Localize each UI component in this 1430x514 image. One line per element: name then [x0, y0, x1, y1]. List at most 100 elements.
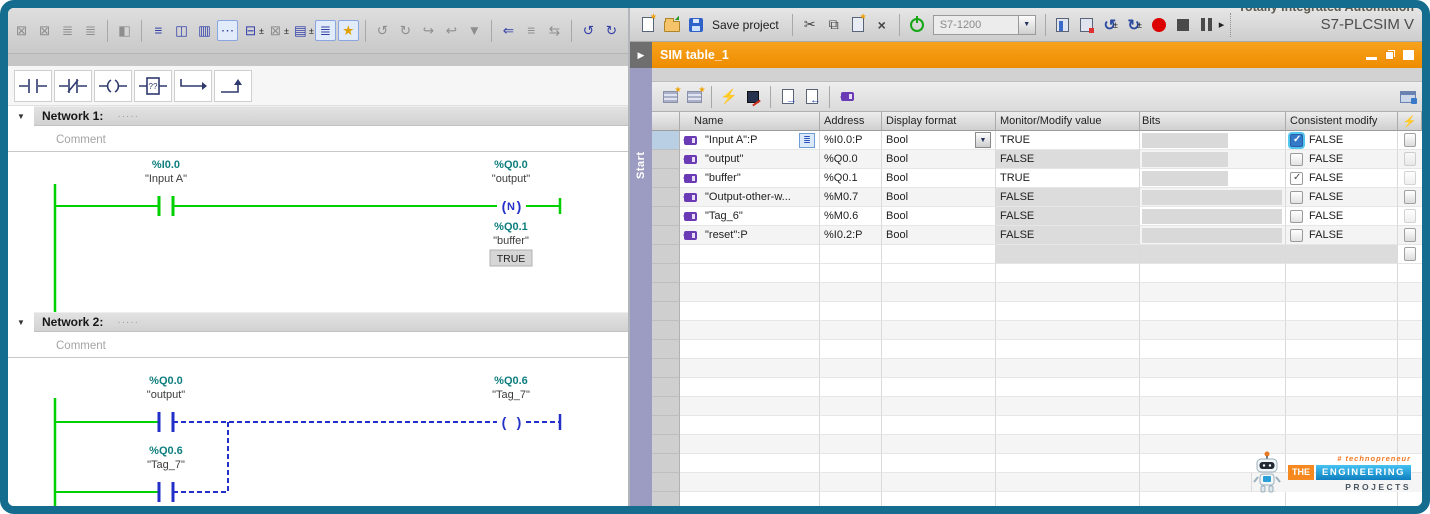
contact-address[interactable]: %Q0.6 — [149, 445, 183, 457]
chevron-down-icon[interactable]: ▼ — [975, 132, 991, 148]
address-cell[interactable] — [820, 245, 882, 264]
monitor-value-cell[interactable] — [996, 245, 1140, 264]
save-project-button[interactable] — [685, 14, 707, 36]
modify-enable-checkbox[interactable] — [1404, 152, 1416, 166]
copy-button[interactable]: ⧉ — [823, 14, 845, 36]
paste-button[interactable] — [847, 12, 869, 36]
tag-name-cell[interactable]: "Tag_6" — [680, 207, 820, 226]
consistent-checkbox[interactable] — [1290, 228, 1303, 242]
tag-name-cell[interactable] — [680, 245, 820, 264]
go-online-icon[interactable]: ↺ — [578, 20, 599, 41]
table-row-empty[interactable] — [652, 359, 1422, 378]
close-all-networks-icon[interactable]: ◫ — [171, 20, 192, 41]
monitor-value-cell[interactable]: FALSE — [996, 207, 1140, 226]
contact-address[interactable]: %I0.0 — [152, 159, 180, 171]
table-row-empty[interactable] — [652, 264, 1422, 283]
tag-name-cell[interactable]: "buffer" — [680, 169, 820, 188]
modify-enable-cell[interactable] — [1398, 169, 1422, 188]
duplicate-sim-table-button[interactable] — [683, 85, 705, 108]
go-to-definition-icon[interactable]: ⇐ — [498, 20, 519, 41]
monitor-value-cell[interactable]: TRUE — [996, 131, 1140, 150]
format-cell[interactable]: Bool — [882, 207, 996, 226]
row-header[interactable] — [652, 245, 680, 264]
network-1-header[interactable]: ▼ Network 1: ····· — [8, 106, 628, 126]
consistent-modify-cell[interactable]: FALSE — [1286, 150, 1398, 169]
bits-cell[interactable] — [1140, 226, 1286, 245]
consistent-checkbox[interactable] — [1290, 171, 1303, 185]
bits-cell[interactable] — [1140, 245, 1286, 264]
row-header[interactable] — [652, 169, 680, 188]
contact-name[interactable]: "Input A" — [145, 173, 187, 185]
open-branch-button[interactable] — [174, 69, 212, 102]
consistent-checkbox[interactable] — [1290, 133, 1303, 147]
collapse-triangle-icon[interactable]: ▼ — [8, 318, 34, 327]
nc-contact-button[interactable] — [54, 69, 92, 102]
monitor-value-cell[interactable]: FALSE — [996, 150, 1140, 169]
modify-enable-cell[interactable] — [1398, 131, 1422, 150]
favorites-icon[interactable]: ★ — [337, 20, 359, 41]
table-row-empty[interactable] — [652, 302, 1422, 321]
address-cell[interactable]: %M0.6 — [820, 207, 882, 226]
modify-enable-cell[interactable] — [1398, 188, 1422, 207]
row-header[interactable] — [652, 226, 680, 245]
coil-button[interactable] — [94, 69, 132, 102]
modify-now-button[interactable]: ⚡ — [718, 86, 740, 108]
format-cell[interactable] — [882, 245, 996, 264]
format-cell[interactable]: Bool — [882, 169, 996, 188]
network-titles-icon[interactable]: ≣ — [314, 20, 336, 41]
format-cell[interactable]: Bool — [882, 188, 996, 207]
power-button[interactable] — [906, 14, 928, 36]
modify-enable-checkbox[interactable] — [1404, 190, 1416, 204]
modify-chip-button[interactable] — [742, 86, 764, 108]
address-cell[interactable]: %Q0.1 — [820, 169, 882, 188]
modify-enable-checkbox[interactable] — [1404, 228, 1416, 242]
row-header[interactable] — [652, 131, 680, 150]
consistent-modify-cell[interactable]: FALSE — [1286, 226, 1398, 245]
table-row-empty[interactable] — [652, 416, 1422, 435]
undo-button[interactable]: ↺ ± — [1100, 14, 1122, 36]
next-error-icon[interactable]: ↻ — [395, 20, 416, 41]
toolbar-more-arrow[interactable]: ▸ — [1219, 18, 1225, 31]
stop-button[interactable] — [1172, 14, 1194, 36]
table-row-empty[interactable] — [652, 378, 1422, 397]
monitor-value-cell[interactable]: TRUE — [996, 169, 1140, 188]
address-cell[interactable]: %I0.0:P — [820, 131, 882, 150]
address-cell[interactable]: %M0.7 — [820, 188, 882, 207]
new-sim-table-button[interactable] — [659, 85, 681, 108]
tab-start[interactable]: Start — [635, 151, 647, 179]
edge-bit-address[interactable]: %Q0.1 — [494, 221, 528, 233]
chevron-down-icon[interactable]: ▼ — [1018, 14, 1036, 35]
bits-cell[interactable] — [1140, 207, 1286, 226]
minimize-icon[interactable] — [1366, 56, 1377, 60]
tag-name-cell[interactable]: "reset":P — [680, 226, 820, 245]
sync-online-icon[interactable]: ↩ — [441, 20, 462, 41]
modify-enable-cell[interactable] — [1398, 226, 1422, 245]
update-block-calls-icon[interactable]: ↪ — [418, 20, 439, 41]
consistent-modify-cell[interactable]: FALSE — [1286, 131, 1398, 150]
no-contact-button[interactable] — [14, 69, 52, 102]
coil-name[interactable]: "output" — [492, 173, 530, 185]
cross-references-icon[interactable]: ⇆ — [544, 20, 565, 41]
close-branch-button[interactable] — [214, 69, 252, 102]
read-items-button[interactable]: ← — [801, 86, 823, 108]
collapse-triangle-icon[interactable]: ▼ — [8, 112, 34, 121]
coil-address[interactable]: %Q0.6 — [494, 375, 528, 387]
insert-tag-button[interactable] — [836, 86, 858, 108]
tag-name-cell[interactable]: "Output-other-w... — [680, 188, 820, 207]
network-2-header[interactable]: ▼ Network 2: ····· — [8, 312, 628, 332]
call-structure-icon[interactable]: ≡ — [521, 20, 542, 41]
coil-address[interactable]: %Q0.0 — [494, 159, 528, 171]
consistent-modify-cell[interactable]: FALSE — [1286, 207, 1398, 226]
bits-cell[interactable] — [1140, 188, 1286, 207]
contact-name[interactable]: "Tag_7" — [147, 459, 185, 471]
go-offline-icon[interactable]: ↻ — [601, 20, 622, 41]
network-1-comment[interactable]: Comment — [8, 128, 628, 152]
delete-button[interactable]: × — [871, 14, 893, 36]
consistent-modify-cell[interactable]: FALSE — [1286, 188, 1398, 207]
table-row-empty[interactable] — [652, 340, 1422, 359]
consistent-checkbox[interactable] — [1290, 190, 1303, 204]
keep-values-icon[interactable]: ◧ — [114, 20, 135, 41]
cut-button[interactable]: ✂ — [799, 14, 821, 36]
comments-toggle-icon[interactable]: ⋯ — [217, 20, 238, 41]
restore-icon[interactable] — [1385, 50, 1395, 60]
